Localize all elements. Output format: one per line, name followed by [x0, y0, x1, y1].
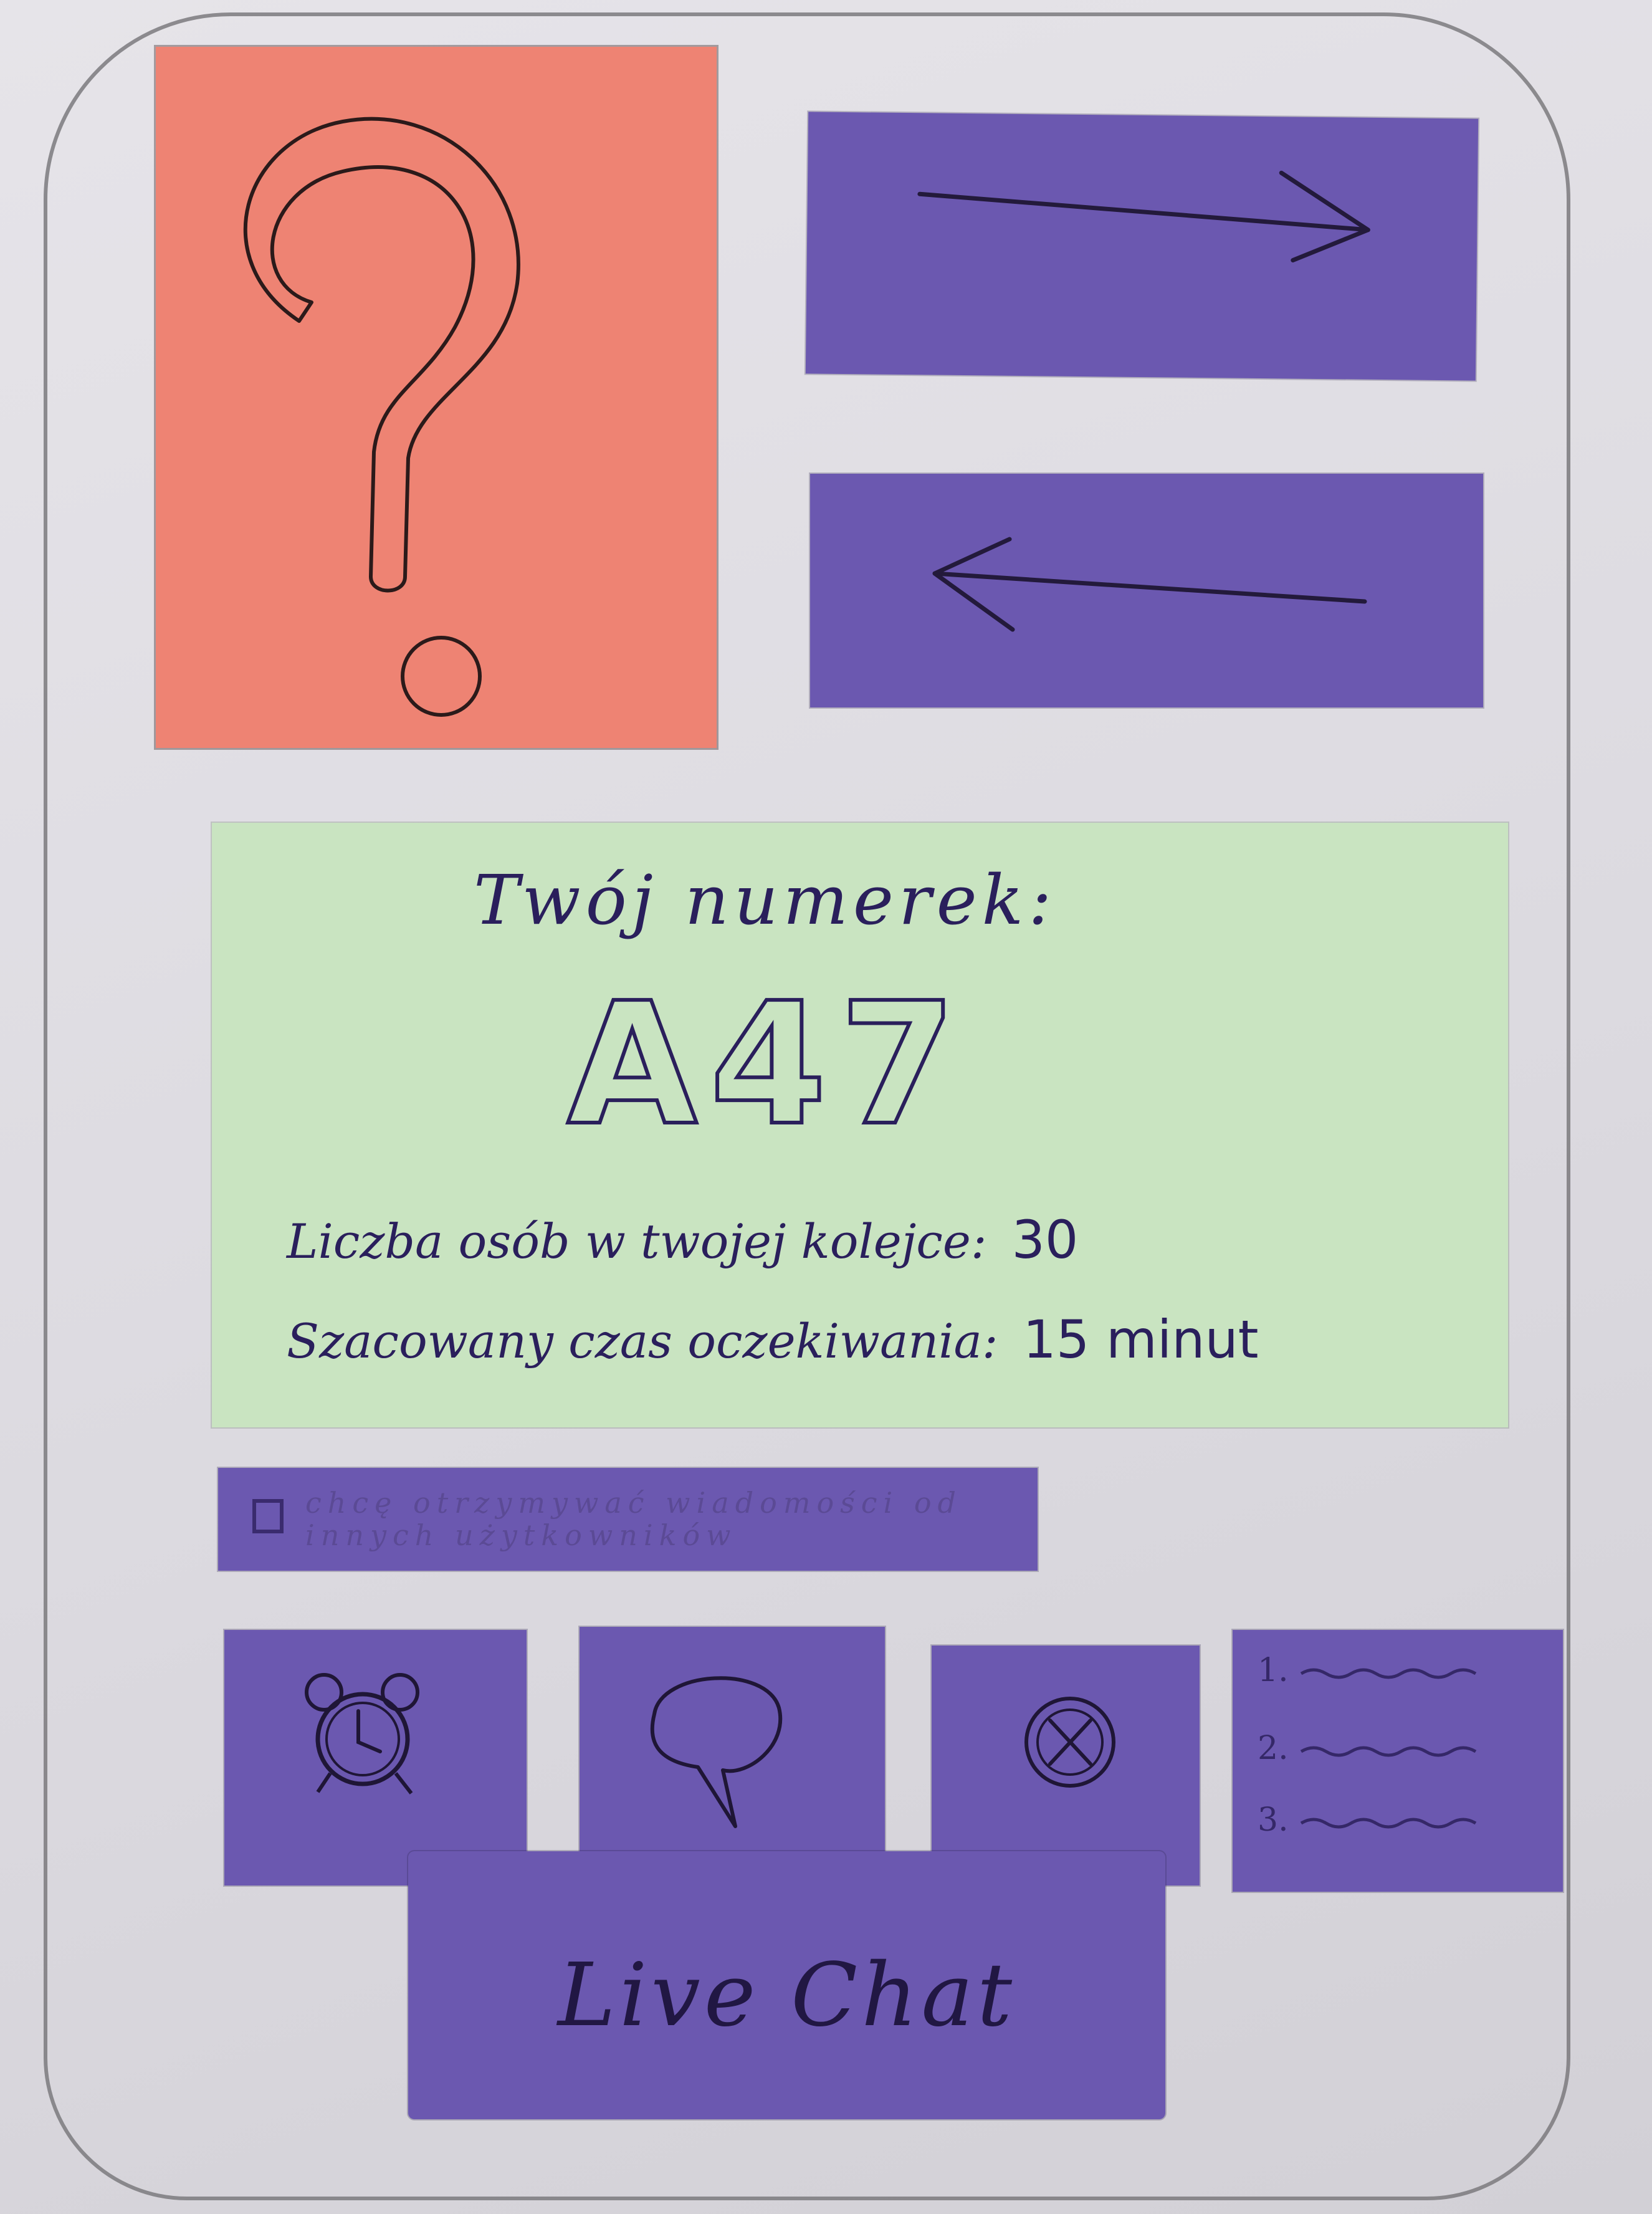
wait-time-row: Szacowany czas oczekiwania: 15 minut: [287, 1309, 1259, 1370]
cancel-button[interactable]: [932, 1646, 1200, 1886]
live-chat-label: Live Chat: [557, 1945, 1016, 2046]
cancel-circle-icon: [1024, 1697, 1115, 1788]
alarm-button[interactable]: [224, 1630, 527, 1886]
list-number-1: 1.: [1258, 1652, 1289, 1689]
notifications-checkbox[interactable]: [252, 1499, 284, 1533]
wait-time-value: 15 minut: [1023, 1309, 1259, 1370]
arrow-right-icon: [917, 170, 1370, 263]
ticket-title: Twój numerek:: [474, 860, 1057, 940]
question-mark-icon: [243, 117, 520, 717]
wait-time-label: Szacowany czas oczekiwania:: [287, 1313, 998, 1369]
back-button[interactable]: [810, 474, 1483, 707]
help-button[interactable]: [156, 47, 717, 748]
list-number-3: 3.: [1258, 1801, 1289, 1839]
list-number-2: 2.: [1258, 1730, 1289, 1767]
arrow-left-icon: [932, 537, 1367, 632]
notifications-optin[interactable]: chcę otrzymywać wiadomości od innych uży…: [218, 1468, 1038, 1571]
queue-count-value: 30: [1011, 1209, 1079, 1270]
queue-list-button[interactable]: 1. 2. 3.: [1233, 1630, 1563, 1892]
chat-button[interactable]: [580, 1627, 885, 1889]
speech-bubble-icon: [650, 1676, 783, 1828]
next-button[interactable]: [805, 112, 1479, 381]
notifications-label: chcę otrzymywać wiadomości od innych uży…: [305, 1486, 962, 1552]
queue-count-row: Liczba osób w twojej kolejce: 30: [287, 1209, 1078, 1270]
ticket-number: A47: [565, 964, 969, 1164]
alarm-clock-icon: [305, 1673, 419, 1795]
queue-count-label: Liczba osób w twojej kolejce:: [287, 1214, 987, 1269]
live-chat-button[interactable]: Live Chat: [408, 1851, 1165, 2119]
ticket-info-card: Twój numerek: A47 Liczba osób w twojej k…: [212, 823, 1508, 1427]
